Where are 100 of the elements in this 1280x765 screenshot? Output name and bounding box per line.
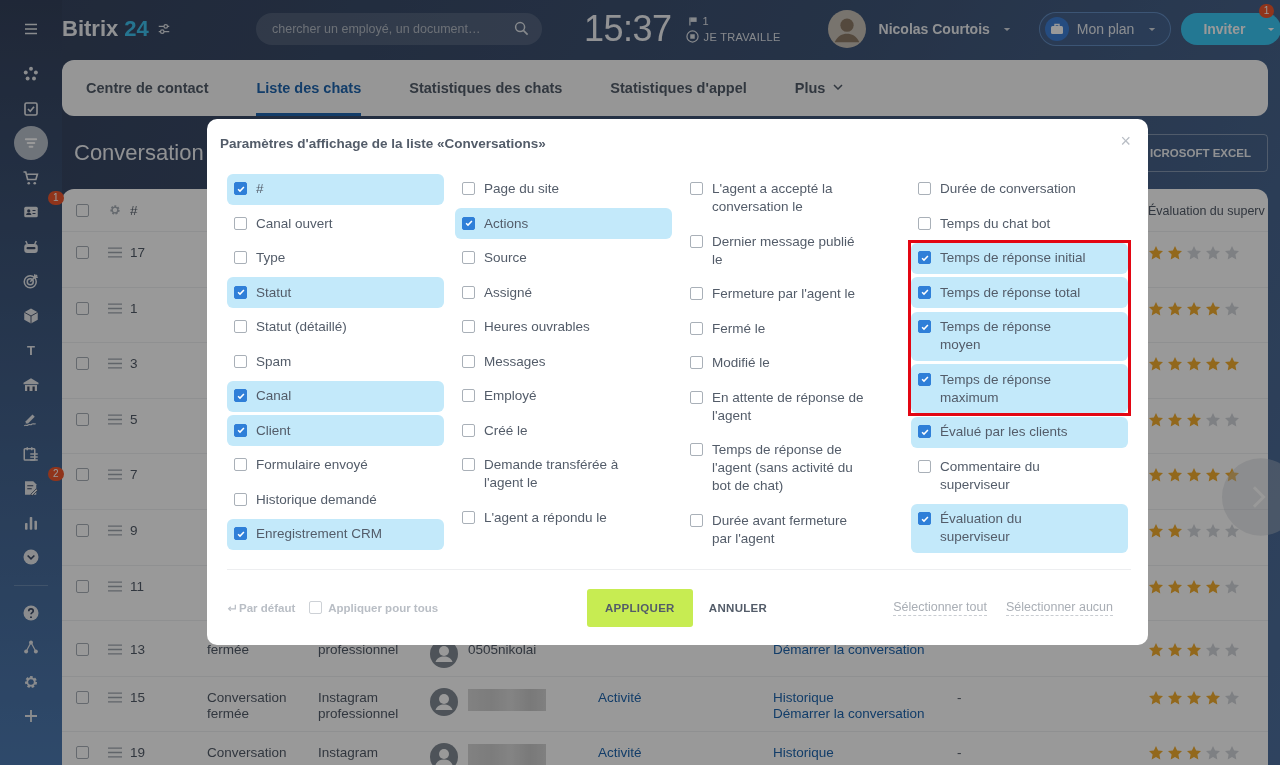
- avatar-icon[interactable]: [827, 10, 866, 48]
- sliders-icon[interactable]: [156, 22, 171, 36]
- settings-icon[interactable]: [108, 203, 122, 217]
- checkbox[interactable]: [234, 320, 247, 334]
- checkbox[interactable]: [462, 285, 475, 299]
- checkbox[interactable]: [76, 204, 89, 217]
- checkbox[interactable]: [690, 321, 703, 335]
- calendar-icon[interactable]: [22, 444, 40, 463]
- checkbox[interactable]: [234, 423, 247, 437]
- checkbox[interactable]: [462, 216, 475, 230]
- checkbox[interactable]: [234, 251, 247, 265]
- checkbox[interactable]: [918, 251, 931, 265]
- checkbox[interactable]: [234, 527, 247, 541]
- option-item[interactable]: Canal: [227, 380, 444, 412]
- checkbox[interactable]: [918, 459, 931, 473]
- checkbox[interactable]: [690, 234, 703, 248]
- drag-handle-icon[interactable]: [108, 247, 122, 258]
- drag-handle-icon[interactable]: [108, 580, 122, 592]
- network-icon[interactable]: [22, 638, 40, 656]
- checkbox[interactable]: [234, 389, 247, 403]
- option-item[interactable]: Temps de réponse de l'agent (sans activité du bot de chat): [683, 434, 900, 502]
- caret-icon[interactable]: [1002, 26, 1011, 32]
- checkbox[interactable]: [462, 320, 475, 334]
- checkbox[interactable]: [918, 216, 931, 230]
- drag-handle-icon[interactable]: [108, 302, 122, 314]
- checkbox[interactable]: [76, 301, 89, 315]
- checkbox[interactable]: [690, 287, 703, 301]
- target-icon[interactable]: [22, 272, 40, 290]
- help-icon[interactable]: [22, 603, 40, 622]
- user-name[interactable]: Nicolas Courtois: [878, 21, 990, 37]
- action-link[interactable]: Historique: [773, 745, 834, 762]
- option-item[interactable]: Assigné: [455, 277, 672, 309]
- checkbox[interactable]: [76, 746, 89, 760]
- option-item[interactable]: Statut (détaillé): [227, 311, 444, 343]
- option-item[interactable]: Historique demandé: [227, 484, 444, 516]
- checkbox[interactable]: [462, 354, 475, 368]
- drag-handle-icon[interactable]: [108, 691, 122, 703]
- search-icon[interactable]: [514, 21, 529, 36]
- checkbox[interactable]: [76, 412, 89, 426]
- option-item[interactable]: Type: [227, 242, 444, 274]
- checkbox[interactable]: [918, 285, 931, 299]
- checkbox[interactable]: [918, 320, 931, 334]
- option-item[interactable]: Durée avant fermeture par l'agent: [683, 505, 900, 555]
- option-item[interactable]: Formulaire envoyé: [227, 449, 444, 481]
- option-item[interactable]: Spam: [227, 346, 444, 378]
- checkbox[interactable]: [462, 423, 475, 437]
- sidebar-button[interactable]: [14, 126, 48, 160]
- sidebar-button[interactable]: T: [14, 333, 48, 367]
- chevron-down-icon[interactable]: [22, 548, 40, 566]
- option-item[interactable]: Canal ouvert: [227, 208, 444, 240]
- option-item[interactable]: Temps de réponse total: [911, 277, 1128, 309]
- option-item[interactable]: Employé: [455, 380, 672, 412]
- drag-handle-icon[interactable]: [108, 644, 122, 656]
- option-item[interactable]: Actions: [455, 208, 672, 240]
- checkbox[interactable]: [690, 390, 703, 404]
- option-item[interactable]: Temps de réponse initial: [911, 242, 1128, 274]
- drag-handle-icon[interactable]: [108, 524, 122, 536]
- checkbox-icon[interactable]: [22, 99, 40, 118]
- checkbox[interactable]: [76, 690, 89, 704]
- checkbox[interactable]: [462, 510, 475, 524]
- option-item[interactable]: Créé le: [455, 415, 672, 447]
- dots-icon[interactable]: [22, 65, 40, 83]
- option-item[interactable]: Temps du chat bot: [911, 208, 1128, 240]
- work-status[interactable]: JE TRAVAILLE: [703, 30, 781, 43]
- checkbox[interactable]: [234, 492, 247, 506]
- checkbox[interactable]: [690, 513, 703, 527]
- checkbox[interactable]: [234, 216, 247, 230]
- cart-icon[interactable]: [22, 168, 40, 187]
- checkbox[interactable]: [918, 425, 931, 439]
- option-item[interactable]: Heures ouvrables: [455, 311, 672, 343]
- checkbox[interactable]: [76, 579, 89, 593]
- cancel-button[interactable]: ANNULER: [704, 601, 772, 614]
- cube-icon[interactable]: [22, 306, 40, 325]
- checkbox[interactable]: [76, 357, 89, 371]
- tab[interactable]: Statistiques d'appel: [610, 60, 771, 116]
- option-item[interactable]: Messages: [455, 346, 672, 378]
- checkbox[interactable]: [76, 246, 89, 259]
- option-item[interactable]: L'agent a accepté la conversation le: [683, 173, 900, 223]
- activity-link[interactable]: Activité: [598, 745, 773, 762]
- option-item[interactable]: En attente de réponse de l'agent: [683, 382, 900, 432]
- option-item[interactable]: Enregistrement CRM: [227, 518, 444, 550]
- option-item[interactable]: Commentaire du superviseur: [911, 451, 1128, 501]
- stop-icon[interactable]: [685, 30, 699, 43]
- tab[interactable]: Plus: [794, 60, 868, 116]
- column-header[interactable]: #: [130, 203, 207, 219]
- option-item[interactable]: Évaluation du superviseur: [911, 503, 1128, 553]
- option-item[interactable]: L'agent a répondu le: [455, 502, 672, 534]
- option-item[interactable]: Évalué par les clients: [911, 416, 1128, 448]
- checkbox[interactable]: [690, 356, 703, 370]
- checkbox[interactable]: [918, 372, 931, 386]
- action-link[interactable]: Historique: [773, 689, 834, 706]
- checkbox[interactable]: [234, 182, 247, 196]
- option-item[interactable]: Fermeture par l'agent le: [683, 278, 900, 310]
- checkbox[interactable]: [76, 643, 89, 657]
- tab[interactable]: Liste des chats: [256, 60, 362, 116]
- option-item[interactable]: Client: [227, 415, 444, 447]
- option-item[interactable]: Page du site: [455, 173, 672, 205]
- plus-icon[interactable]: [22, 707, 40, 725]
- checkbox[interactable]: [690, 182, 703, 196]
- option-item[interactable]: Modifié le: [683, 347, 900, 379]
